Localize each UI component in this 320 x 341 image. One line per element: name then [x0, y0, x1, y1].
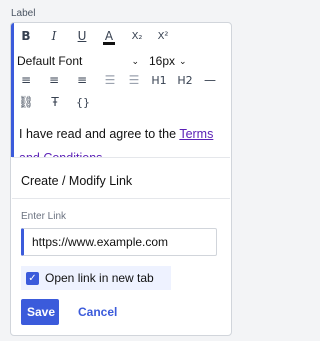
popup-divider — [12, 198, 230, 199]
link-popup: Create / Modify Link Enter Link https://… — [12, 157, 230, 334]
toolbar-row-blocks: ≡ ≡ ≡ ☰ ☰ H1 H2 — — [19, 71, 217, 89]
font-family-select[interactable]: Default Font ⌄ — [17, 54, 139, 68]
url-input[interactable]: https://www.example.com — [21, 228, 217, 256]
open-new-tab-label: Open link in new tab — [45, 271, 154, 285]
toolbar-row-selects: Default Font ⌄ 16px ⌄ — [17, 52, 187, 70]
chevron-down-icon: ⌄ — [179, 55, 187, 66]
horizontal-rule-icon[interactable]: — — [203, 71, 217, 89]
field-label: Label — [11, 8, 36, 19]
numbered-list-icon[interactable]: ☰ — [127, 71, 141, 89]
save-button[interactable]: Save — [21, 299, 59, 325]
subscript-button[interactable]: X₂ — [129, 27, 145, 45]
bullet-list-icon[interactable]: ☰ — [103, 71, 117, 89]
content-text: I have read and agree to the — [19, 127, 180, 141]
font-color-button[interactable]: A — [103, 27, 115, 45]
checkbox-checked-icon[interactable]: ✓ — [26, 271, 39, 285]
focus-accent-bar — [11, 23, 14, 157]
toolbar-row-misc: ⛓ Ŧ {} — [18, 93, 91, 111]
enter-link-label: Enter Link — [21, 211, 67, 222]
align-center-icon[interactable]: ≡ — [47, 71, 61, 89]
open-new-tab-option[interactable]: ✓ Open link in new tab — [21, 266, 171, 290]
bold-button[interactable]: B — [19, 27, 33, 45]
heading2-button[interactable]: H2 — [177, 71, 193, 89]
align-right-icon[interactable]: ≡ — [75, 71, 89, 89]
link-icon[interactable]: ⛓ — [18, 93, 33, 111]
clear-format-icon[interactable]: Ŧ — [47, 93, 63, 111]
toolbar-row-formatting: B I U A X₂ X² — [19, 27, 171, 45]
rich-text-editor: B I U A X₂ X² Default Font ⌄ 16px ⌄ ≡ ≡ … — [10, 22, 232, 336]
chevron-down-icon: ⌄ — [131, 55, 139, 66]
superscript-button[interactable]: X² — [155, 27, 171, 45]
font-size-select[interactable]: 16px ⌄ — [149, 54, 187, 68]
underline-button[interactable]: U — [75, 27, 89, 45]
italic-button[interactable]: I — [47, 27, 61, 45]
cancel-button[interactable]: Cancel — [72, 299, 123, 325]
font-size-value: 16px — [149, 54, 176, 68]
align-left-icon[interactable]: ≡ — [19, 71, 33, 89]
code-icon[interactable]: {} — [75, 93, 91, 111]
font-family-value: Default Font — [17, 54, 83, 68]
popup-title: Create / Modify Link — [21, 174, 133, 188]
heading1-button[interactable]: H1 — [151, 71, 167, 89]
